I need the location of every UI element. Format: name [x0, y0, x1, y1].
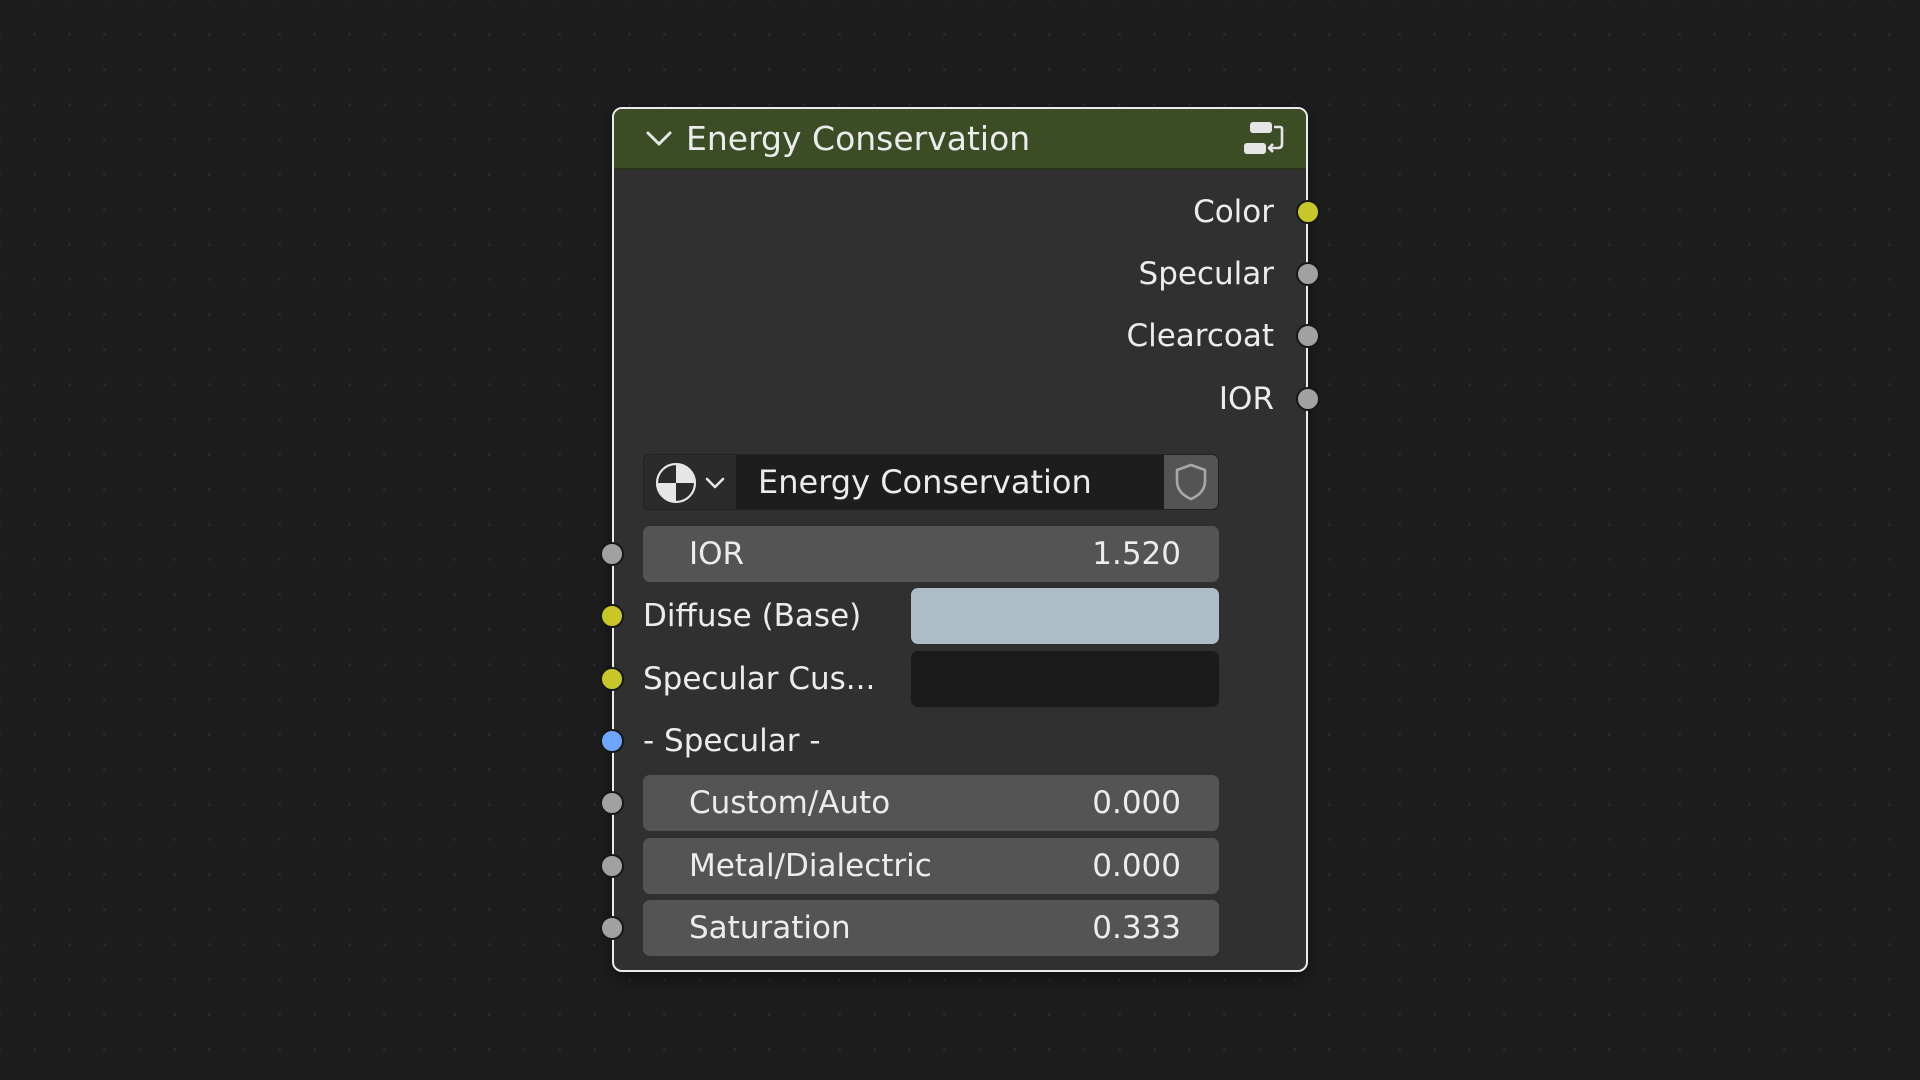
saturation-value: 0.333 [1092, 910, 1181, 946]
output-color-label: Color [1193, 194, 1274, 230]
output-socket-ior[interactable] [1296, 387, 1320, 411]
input-socket-saturation[interactable] [600, 916, 624, 940]
specular-custom-label: Specular Cus... [643, 661, 876, 697]
output-socket-color[interactable] [1296, 200, 1320, 224]
input-socket-ior[interactable] [600, 542, 624, 566]
specular-custom-color-swatch[interactable] [911, 651, 1219, 707]
output-socket-clearcoat[interactable] [1296, 324, 1320, 348]
input-socket-metal-dialectric[interactable] [600, 854, 624, 878]
node-group-datablock-selector[interactable]: Energy Conservation [643, 454, 1219, 510]
node-tree-icon [656, 463, 696, 503]
datablock-name-field[interactable]: Energy Conservation [758, 461, 1092, 503]
custom-auto-label: Custom/Auto [689, 785, 891, 821]
input-socket-custom-auto[interactable] [600, 791, 624, 815]
ior-field-label: IOR [689, 536, 745, 572]
shield-icon [1175, 463, 1207, 501]
metal-dialectric-label: Metal/Dialectric [689, 848, 932, 884]
chevron-down-icon [705, 477, 725, 489]
diffuse-base-label: Diffuse (Base) [643, 598, 862, 634]
specular-panel-label: - Specular - [643, 723, 821, 759]
ior-field-value: 1.520 [1092, 536, 1181, 572]
node-group-energy-conservation[interactable]: Energy Conservation Color Specular Clear… [600, 107, 1320, 972]
custom-auto-value: 0.000 [1092, 785, 1181, 821]
output-clearcoat-label: Clearcoat [1126, 318, 1274, 354]
saturation-label: Saturation [689, 910, 851, 946]
output-ior-label: IOR [1218, 381, 1274, 417]
datablock-browse-button[interactable] [644, 455, 737, 509]
node-title: Energy Conservation [686, 119, 1031, 158]
node-header[interactable]: Energy Conservation [614, 109, 1306, 170]
chevron-down-icon[interactable] [644, 125, 674, 153]
input-socket-diffuse-base[interactable] [600, 604, 624, 628]
custom-auto-field[interactable]: Custom/Auto 0.000 [643, 775, 1219, 831]
metal-dialectric-field[interactable]: Metal/Dialectric 0.000 [643, 838, 1219, 894]
output-socket-specular[interactable] [1296, 262, 1320, 286]
metal-dialectric-value: 0.000 [1092, 848, 1181, 884]
fake-user-button[interactable] [1164, 455, 1218, 509]
node-group-icon[interactable] [1242, 118, 1284, 160]
saturation-field[interactable]: Saturation 0.333 [643, 900, 1219, 956]
input-socket-specular-panel[interactable] [600, 729, 624, 753]
input-socket-specular-custom[interactable] [600, 667, 624, 691]
output-specular-label: Specular [1138, 256, 1274, 292]
ior-field[interactable]: IOR 1.520 [643, 526, 1219, 582]
diffuse-base-color-swatch[interactable] [911, 588, 1219, 644]
